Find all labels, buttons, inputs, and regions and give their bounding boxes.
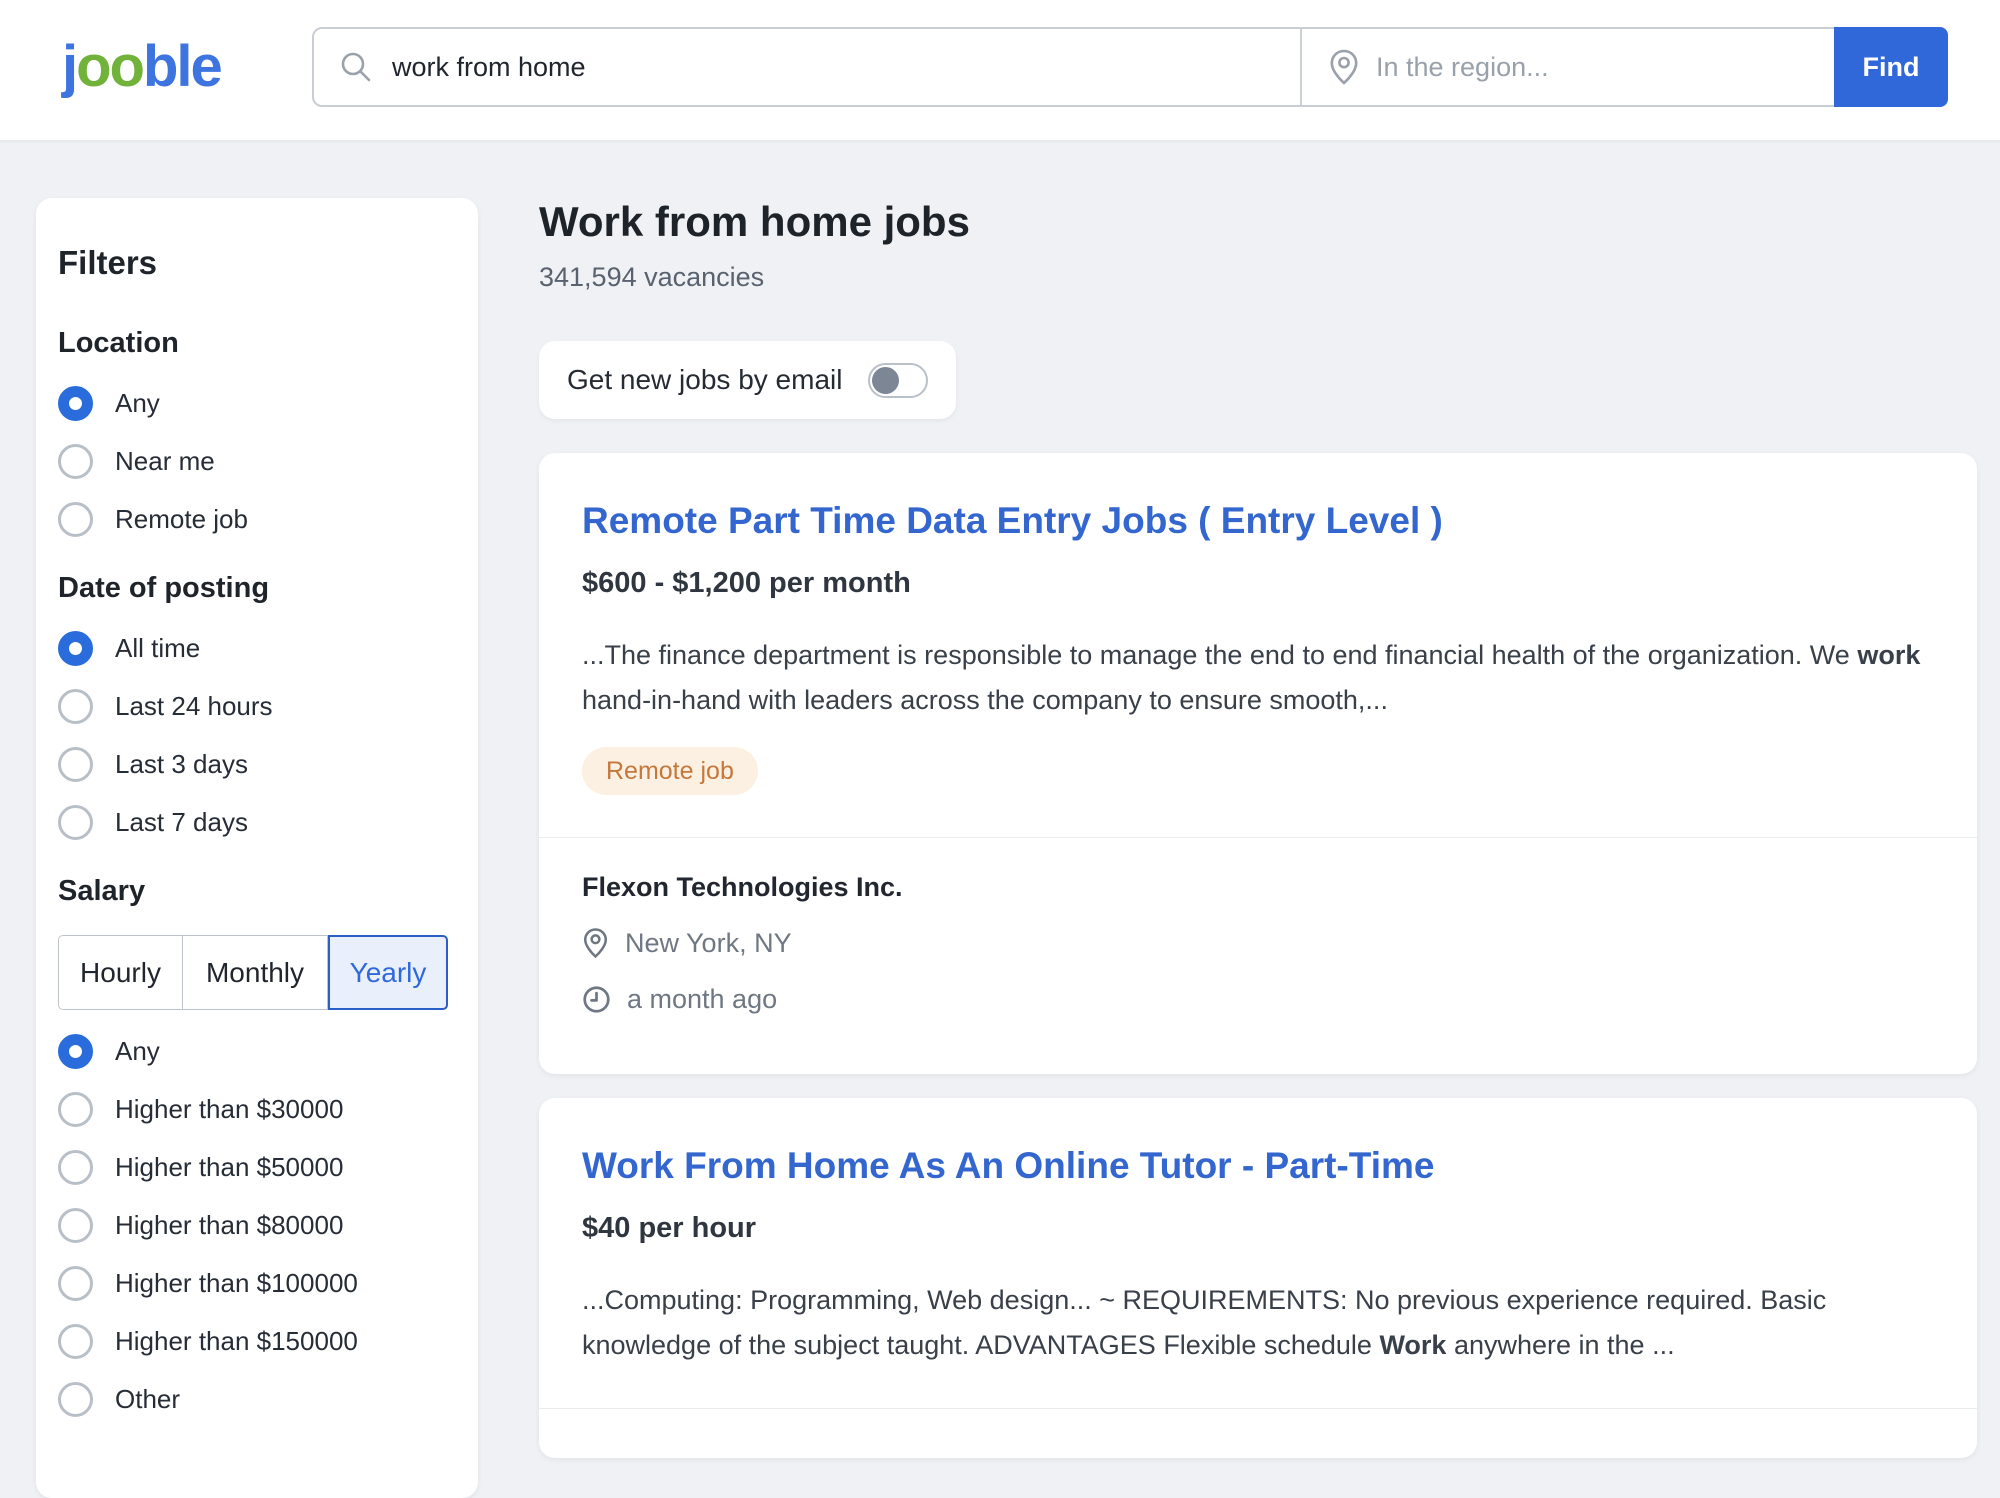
region-input[interactable] — [1376, 52, 1834, 83]
tab-hourly[interactable]: Hourly — [58, 935, 182, 1010]
keyword-search-segment — [314, 29, 1300, 105]
radio-date-last-24-hours[interactable]: Last 24 hours — [58, 689, 456, 724]
location-pin-icon — [1328, 48, 1360, 86]
radio-salary-30000[interactable]: Higher than $30000 — [58, 1092, 456, 1127]
radio-unselected-icon — [58, 444, 93, 479]
results-column: Work from home jobs 341,594 vacancies Ge… — [539, 198, 1977, 1458]
radio-location-any[interactable]: Any — [58, 386, 456, 421]
radio-date-all-time[interactable]: All time — [58, 631, 456, 666]
email-subscribe-label: Get new jobs by email — [567, 364, 842, 396]
job-salary: $600 - $1,200 per month — [582, 567, 1929, 599]
location-radio-group: Any Near me Remote job — [58, 386, 456, 537]
radio-location-remote-job[interactable]: Remote job — [58, 502, 456, 537]
email-subscribe-toggle[interactable] — [868, 363, 928, 398]
radio-selected-icon — [58, 386, 93, 421]
clock-icon — [582, 985, 611, 1014]
toggle-knob — [872, 367, 899, 394]
radio-unselected-icon — [58, 1150, 93, 1185]
job-salary: $40 per hour — [582, 1212, 1929, 1244]
company-name: Flexon Technologies Inc. — [582, 872, 1929, 902]
radio-salary-other[interactable]: Other — [58, 1382, 456, 1417]
radio-salary-150000[interactable]: Higher than $150000 — [58, 1324, 456, 1359]
filters-panel: Filters Location Any Near me Remote job … — [36, 198, 478, 1498]
radio-date-last-3-days[interactable]: Last 3 days — [58, 747, 456, 782]
jooble-logo[interactable]: jooble — [62, 22, 221, 110]
logo-letters-ble: ble — [143, 33, 221, 100]
job-description: ...The finance department is responsible… — [582, 633, 1929, 723]
radio-location-near-me[interactable]: Near me — [58, 444, 456, 479]
radio-unselected-icon — [58, 1092, 93, 1127]
job-card: Work From Home As An Online Tutor - Part… — [539, 1098, 1977, 1458]
find-button[interactable]: Find — [1834, 27, 1948, 107]
company-block: Flexon Technologies Inc. New York, NY a … — [582, 838, 1929, 1014]
tab-yearly[interactable]: Yearly — [328, 935, 448, 1010]
search-input[interactable] — [392, 52, 1300, 83]
job-description: ...Computing: Programming, Web design...… — [582, 1278, 1929, 1368]
location-pin-icon — [582, 927, 609, 959]
radio-selected-icon — [58, 631, 93, 666]
salary-period-tabs: Hourly Monthly Yearly — [58, 935, 456, 1010]
remote-job-badge: Remote job — [582, 747, 758, 795]
radio-unselected-icon — [58, 689, 93, 724]
vacancies-count: 341,594 vacancies — [539, 262, 1977, 293]
date-section-heading: Date of posting — [58, 571, 456, 605]
job-location: New York, NY — [625, 928, 792, 959]
radio-unselected-icon — [58, 1208, 93, 1243]
radio-unselected-icon — [58, 1266, 93, 1301]
salary-radio-group: Any Higher than $30000 Higher than $5000… — [58, 1034, 456, 1417]
region-search-segment — [1300, 29, 1834, 105]
radio-salary-50000[interactable]: Higher than $50000 — [58, 1150, 456, 1185]
job-location-row: New York, NY — [582, 928, 1929, 958]
search-icon — [338, 49, 374, 85]
radio-unselected-icon — [58, 805, 93, 840]
job-card: Remote Part Time Data Entry Jobs ( Entry… — [539, 453, 1977, 1074]
salary-section-heading: Salary — [58, 874, 456, 908]
job-title-link[interactable]: Remote Part Time Data Entry Jobs ( Entry… — [582, 499, 1929, 543]
radio-unselected-icon — [58, 502, 93, 537]
job-posted-time: a month ago — [627, 984, 777, 1015]
job-title-link[interactable]: Work From Home As An Online Tutor - Part… — [582, 1144, 1929, 1188]
radio-salary-any[interactable]: Any — [58, 1034, 456, 1069]
top-header: jooble Find — [0, 0, 2000, 141]
radio-salary-80000[interactable]: Higher than $80000 — [58, 1208, 456, 1243]
radio-unselected-icon — [58, 1382, 93, 1417]
date-radio-group: All time Last 24 hours Last 3 days Last … — [58, 631, 456, 840]
logo-letters-oo: oo — [76, 33, 143, 100]
radio-salary-100000[interactable]: Higher than $100000 — [58, 1266, 456, 1301]
radio-selected-icon — [58, 1034, 93, 1069]
radio-unselected-icon — [58, 747, 93, 782]
tab-monthly[interactable]: Monthly — [182, 935, 328, 1010]
filters-title: Filters — [58, 244, 456, 282]
search-bar: Find — [312, 27, 1948, 107]
job-posted-row: a month ago — [582, 984, 1929, 1014]
card-divider — [539, 1408, 1977, 1409]
radio-unselected-icon — [58, 1324, 93, 1359]
radio-date-last-7-days[interactable]: Last 7 days — [58, 805, 456, 840]
location-section-heading: Location — [58, 326, 456, 360]
page-title: Work from home jobs — [539, 198, 1977, 246]
email-subscribe-pill: Get new jobs by email — [539, 341, 956, 419]
logo-letter-j: j — [62, 33, 76, 100]
